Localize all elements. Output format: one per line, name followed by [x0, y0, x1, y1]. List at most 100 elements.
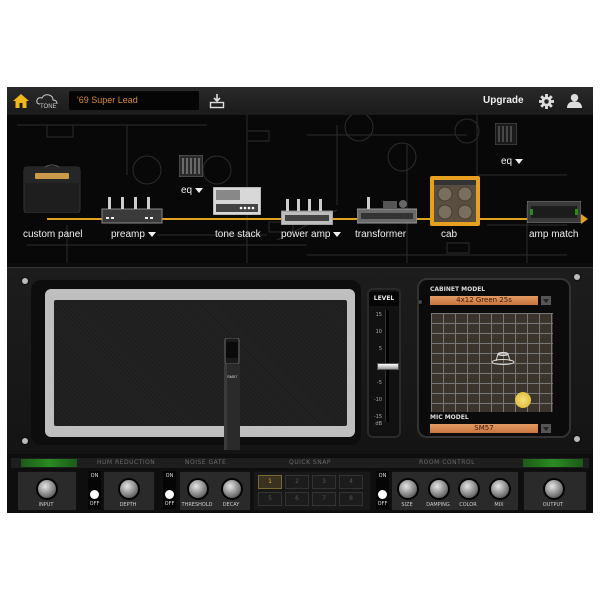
- cab-module-selected[interactable]: [429, 175, 481, 227]
- save-download-icon[interactable]: [209, 93, 225, 109]
- color-knob[interactable]: [458, 478, 480, 500]
- section-title-room-control: ROOM CONTROL: [419, 459, 475, 466]
- section-title-hum-reduction: HUM REDUCTION: [97, 459, 156, 466]
- quick-snap-3[interactable]: 3: [312, 475, 336, 489]
- switch-on-label: ON: [90, 473, 99, 479]
- input-knob-label: INPUT: [38, 502, 54, 508]
- chain-label-custom-panel[interactable]: custom panel: [23, 229, 82, 240]
- screw-icon: [574, 274, 580, 280]
- preset-name-field[interactable]: '69 Super Lead: [69, 91, 199, 110]
- user-icon[interactable]: [567, 93, 582, 108]
- screw-icon: [418, 300, 422, 304]
- switch-off-label: OFF: [89, 501, 100, 507]
- cabinet-model-select[interactable]: 4x12 Green 25s: [430, 296, 538, 305]
- level-tick: -5: [377, 380, 382, 386]
- level-tick: 10: [375, 329, 382, 335]
- tone-cloud-icon[interactable]: TONE: [35, 93, 59, 109]
- switch-handle[interactable]: [90, 490, 99, 499]
- level-meter: LEVEL 15 10 5 0 -5 -10 -15 dB: [367, 288, 401, 438]
- noise-gate-switch[interactable]: ON OFF: [163, 471, 176, 509]
- chain-label-eq-post[interactable]: eq: [501, 156, 523, 167]
- section-title-quick-snap: QUICK SNAP: [289, 459, 331, 466]
- level-tick: -15: [373, 414, 382, 420]
- chain-label-transformer[interactable]: transformer: [355, 229, 406, 240]
- screw-icon: [22, 278, 28, 284]
- damping-knob[interactable]: [428, 478, 450, 500]
- quick-snap-7[interactable]: 7: [312, 492, 336, 506]
- level-unit: dB: [375, 421, 382, 427]
- speaker-grille: [54, 300, 347, 426]
- level-slider-thumb[interactable]: [377, 363, 399, 370]
- output-meter: [523, 459, 583, 467]
- decay-knob[interactable]: [221, 478, 243, 500]
- microphone-sm57-draggable[interactable]: SM57: [219, 338, 245, 450]
- level-tick: 5: [378, 346, 382, 352]
- cabinet-panel: SM57 LEVEL 15 10 5 0 -5 -10 -15 dB CABIN…: [7, 267, 593, 454]
- output-knob[interactable]: [543, 478, 565, 500]
- tone-stack-module[interactable]: [213, 187, 261, 215]
- cabinet-model-label: CABINET MODEL: [430, 286, 486, 293]
- threshold-knob[interactable]: [187, 478, 209, 500]
- switch-off-label: OFF: [164, 501, 175, 507]
- preamp-module[interactable]: [101, 195, 163, 225]
- mic-placement-panel: CABINET MODEL 4x12 Green 25s MIC MODEL S…: [417, 278, 571, 438]
- eq-module[interactable]: [179, 155, 203, 177]
- screw-icon: [22, 438, 28, 444]
- quick-snap-8[interactable]: 8: [339, 492, 363, 506]
- eq-post-module[interactable]: [495, 123, 517, 145]
- mix-knob-label: MIX: [494, 502, 504, 508]
- chain-label-eq[interactable]: eq: [181, 185, 203, 196]
- level-tick: -10: [373, 397, 382, 403]
- quick-snap-2[interactable]: 2: [285, 475, 309, 489]
- speaker-icon: [491, 352, 515, 365]
- signal-arrow-icon: [581, 214, 588, 224]
- mic-position-handle[interactable]: [515, 392, 531, 408]
- quick-snap-1[interactable]: 1: [258, 475, 282, 489]
- mic-model-label: MIC MODEL: [430, 414, 469, 421]
- signal-chain: custom panel preamp eq tone stack power …: [7, 115, 593, 263]
- switch-on-label: ON: [378, 473, 387, 479]
- svg-text:TONE: TONE: [40, 104, 57, 109]
- quick-snap-6[interactable]: 6: [285, 492, 309, 506]
- size-knob[interactable]: [397, 478, 419, 500]
- chain-label-cab[interactable]: cab: [441, 229, 457, 240]
- top-bar: TONE '69 Super Lead Upgrade: [7, 87, 593, 116]
- chain-label-power-amp[interactable]: power amp: [281, 229, 341, 240]
- mic-label: SM57: [227, 374, 238, 379]
- mix-knob[interactable]: [489, 478, 511, 500]
- mic-model-dropdown-icon[interactable]: [541, 424, 551, 433]
- home-icon[interactable]: [13, 94, 29, 108]
- level-title: LEVEL: [369, 292, 399, 306]
- gear-icon[interactable]: [539, 94, 554, 109]
- output-knob-label: OUTPUT: [542, 502, 564, 508]
- input-meter: [21, 459, 77, 467]
- input-knob[interactable]: [36, 478, 58, 500]
- mic-position-grid[interactable]: [431, 313, 553, 412]
- custom-panel-module[interactable]: [23, 163, 81, 213]
- speaker-cabinet: [31, 280, 361, 445]
- chain-label-tone-stack[interactable]: tone stack: [215, 229, 261, 240]
- power-amp-module[interactable]: [281, 197, 333, 225]
- chain-label-preamp[interactable]: preamp: [111, 229, 156, 240]
- chain-label-amp-match[interactable]: amp match: [529, 229, 578, 240]
- switch-on-label: ON: [165, 473, 174, 479]
- switch-handle[interactable]: [165, 490, 174, 499]
- hum-reduction-switch[interactable]: ON OFF: [88, 471, 101, 509]
- decay-knob-label: DECAY: [222, 502, 240, 508]
- quick-snap-5[interactable]: 5: [258, 492, 282, 506]
- amp-app: TONE '69 Super Lead Upgrade custom panel…: [7, 87, 593, 513]
- screw-icon: [574, 436, 580, 442]
- cabinet-model-dropdown-icon[interactable]: [541, 296, 551, 305]
- mic-model-select[interactable]: SM57: [430, 424, 538, 433]
- depth-knob[interactable]: [118, 478, 140, 500]
- upgrade-button[interactable]: Upgrade: [483, 95, 524, 106]
- switch-handle[interactable]: [378, 490, 387, 499]
- controls-strip: HUM REDUCTION NOISE GATE QUICK SNAP ROOM…: [7, 455, 593, 513]
- cabinet-frame: [45, 289, 355, 437]
- level-tick: 15: [375, 312, 382, 318]
- transformer-module[interactable]: [357, 195, 417, 225]
- amp-match-module[interactable]: [527, 201, 581, 223]
- quick-snap-4[interactable]: 4: [339, 475, 363, 489]
- depth-knob-label: DEPTH: [119, 502, 137, 508]
- section-title-noise-gate: NOISE GATE: [185, 459, 227, 466]
